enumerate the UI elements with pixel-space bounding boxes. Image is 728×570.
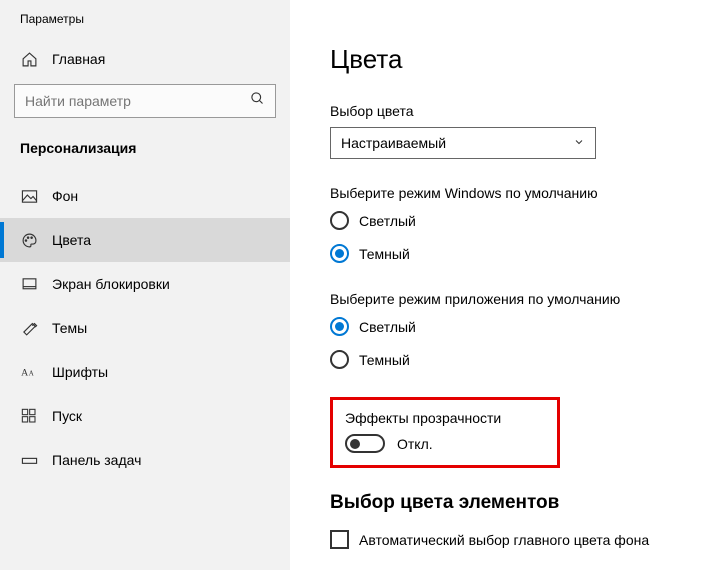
- toggle-knob: [350, 439, 360, 449]
- nav-item-lockscreen[interactable]: Экран блокировки: [0, 262, 290, 306]
- nav-label: Фон: [52, 188, 78, 204]
- radio-label: Темный: [359, 246, 410, 262]
- nav-label: Пуск: [52, 408, 82, 424]
- app-title: Параметры: [0, 12, 290, 42]
- svg-text:A: A: [28, 370, 33, 378]
- search-container: [0, 76, 290, 126]
- radio-label: Светлый: [359, 213, 416, 229]
- transparency-toggle[interactable]: [345, 434, 385, 453]
- nav-item-background[interactable]: Фон: [0, 174, 290, 218]
- nav-label: Панель задач: [52, 452, 141, 468]
- chevron-down-icon: [573, 135, 585, 151]
- radio-app-light[interactable]: Светлый: [330, 317, 728, 336]
- page-title: Цвета: [330, 44, 728, 75]
- transparency-toggle-row: Откл.: [345, 434, 541, 453]
- checkbox-label: Автоматический выбор главного цвета фона: [359, 532, 649, 548]
- windows-mode-label: Выберите режим Windows по умолчанию: [330, 185, 728, 201]
- radio-icon: [330, 244, 349, 263]
- main-content: Цвета Выбор цвета Настраиваемый Выберите…: [290, 0, 728, 570]
- nav-label: Экран блокировки: [52, 276, 170, 292]
- app-mode-label: Выберите режим приложения по умолчанию: [330, 291, 728, 307]
- radio-label: Темный: [359, 352, 410, 368]
- toggle-state-label: Откл.: [397, 436, 433, 452]
- transparency-label: Эффекты прозрачности: [345, 410, 541, 426]
- svg-text:A: A: [21, 368, 28, 379]
- lockscreen-icon: [20, 275, 38, 293]
- nav-item-colors[interactable]: Цвета: [0, 218, 290, 262]
- radio-windows-light[interactable]: Светлый: [330, 211, 728, 230]
- search-input[interactable]: [25, 93, 265, 109]
- picture-icon: [20, 187, 38, 205]
- checkbox-icon: [330, 530, 349, 549]
- search-icon: [250, 91, 265, 111]
- search-box[interactable]: [14, 84, 276, 118]
- select-value: Настраиваемый: [341, 135, 446, 151]
- color-choice-label: Выбор цвета: [330, 103, 728, 119]
- radio-icon: [330, 211, 349, 230]
- home-icon: [20, 50, 38, 68]
- radio-windows-dark[interactable]: Темный: [330, 244, 728, 263]
- sidebar-home-label: Главная: [52, 51, 105, 67]
- nav-label: Темы: [52, 320, 87, 336]
- sidebar-home[interactable]: Главная: [0, 42, 290, 76]
- section-title: Персонализация: [0, 126, 290, 166]
- radio-icon: [330, 350, 349, 369]
- nav-item-fonts[interactable]: AA Шрифты: [0, 350, 290, 394]
- accent-heading: Выбор цвета элементов: [330, 492, 728, 514]
- settings-sidebar: Параметры Главная Персонализация Фон Цве…: [0, 0, 290, 570]
- nav-label: Цвета: [52, 232, 91, 248]
- auto-accent-checkbox[interactable]: Автоматический выбор главного цвета фона: [330, 530, 728, 549]
- nav-item-start[interactable]: Пуск: [0, 394, 290, 438]
- fonts-icon: AA: [20, 363, 38, 381]
- color-choice-select[interactable]: Настраиваемый: [330, 127, 596, 159]
- start-icon: [20, 407, 38, 425]
- radio-icon: [330, 317, 349, 336]
- nav-item-themes[interactable]: Темы: [0, 306, 290, 350]
- nav-list: Фон Цвета Экран блокировки Темы AA Шрифт…: [0, 174, 290, 482]
- radio-app-dark[interactable]: Темный: [330, 350, 728, 369]
- taskbar-icon: [20, 451, 38, 469]
- nav-item-taskbar[interactable]: Панель задач: [0, 438, 290, 482]
- palette-icon: [20, 231, 38, 249]
- transparency-highlight: Эффекты прозрачности Откл.: [330, 397, 560, 468]
- nav-label: Шрифты: [52, 364, 108, 380]
- radio-label: Светлый: [359, 319, 416, 335]
- themes-icon: [20, 319, 38, 337]
